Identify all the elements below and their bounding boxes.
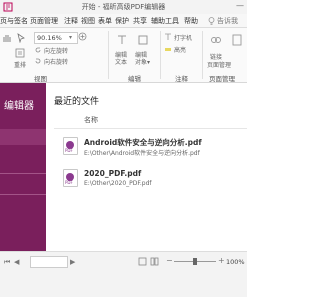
edit-object-icon <box>137 34 149 46</box>
start-page: 最近的文件 名称 PDF Android软件安全与逆向分析.pdf E:\Oth… <box>46 83 247 251</box>
nav-next-icon[interactable]: ▶ <box>70 258 75 266</box>
typewriter-button[interactable]: 打字机 <box>174 33 192 42</box>
group-label-edit: 编辑 <box>128 75 141 83</box>
menu-share[interactable]: 共享 <box>133 16 147 26</box>
tell-me-search[interactable]: 告诉我 <box>217 16 238 26</box>
menu-help[interactable]: 帮助 <box>184 16 198 26</box>
nav-prev-icon[interactable]: ◀ <box>14 258 19 266</box>
divider <box>54 128 247 129</box>
view-mode-icon[interactable] <box>138 257 147 266</box>
section-title: 最近的文件 <box>54 97 100 107</box>
ribbon-toolbar: 90.16% ▾ 重排 向左旋转 向右旋转 视图 编辑 文本 编辑 对象▾ 编辑… <box>0 28 247 83</box>
page-thumbnail-icon <box>232 34 242 46</box>
edit-text-label-2: 文本 <box>115 59 128 66</box>
menu-tools[interactable]: 辅助工具 <box>151 16 179 26</box>
highlight-button[interactable]: 高亮 <box>174 45 186 54</box>
zoom-in-icon[interactable] <box>78 32 87 41</box>
title-bar: 开始 - 福昕高级PDF编辑器 — <box>0 0 247 14</box>
highlight-icon <box>164 45 172 53</box>
zoom-percentage: 100% <box>226 258 245 266</box>
rotate-left-icon <box>34 46 42 54</box>
menu-protect[interactable]: 保护 <box>115 16 129 26</box>
file-path: E:\Other\Android软件安全与逆向分析.pdf <box>84 150 200 157</box>
lightbulb-icon <box>208 17 215 25</box>
edit-text-icon <box>116 34 128 46</box>
edit-object-label-2: 对象▾ <box>135 59 151 66</box>
sidebar-item[interactable] <box>0 173 46 195</box>
rotate-left-button[interactable]: 向左旋转 <box>44 46 68 55</box>
pdf-file-icon: PDF <box>63 137 78 155</box>
link-icon <box>210 34 222 46</box>
group-label-view: 视图 <box>34 75 47 83</box>
file-name: 2020_PDF.pdf <box>84 169 142 178</box>
menu-comment[interactable]: 注释 <box>64 16 78 26</box>
rotate-right-button[interactable]: 向右旋转 <box>44 57 68 66</box>
column-header-name[interactable]: 名称 <box>84 115 98 125</box>
view-mode-icon[interactable] <box>150 257 159 266</box>
sidebar-title: 编辑器 <box>4 101 34 112</box>
zoom-value: 90.16% <box>37 34 62 42</box>
recent-file-row[interactable]: PDF 2020_PDF.pdf E:\Other\2020_PDF.pdf <box>54 165 247 193</box>
ribbon-separator <box>202 31 203 79</box>
rotate-right-icon <box>34 57 42 65</box>
reflow-icon <box>15 48 25 58</box>
page-manage-button[interactable]: 页面管理 <box>207 60 231 69</box>
edit-object-label-1: 编辑 <box>135 52 148 59</box>
edit-text-button[interactable]: 编辑 文本 <box>115 52 127 66</box>
edit-object-button[interactable]: 编辑 对象▾ <box>135 52 150 66</box>
sidebar-item-selected[interactable] <box>0 129 46 145</box>
typewriter-icon <box>164 33 172 41</box>
ribbon-separator <box>108 31 109 79</box>
file-path: E:\Other\2020_PDF.pdf <box>84 180 152 187</box>
chevron-down-icon: ▾ <box>69 34 73 41</box>
nav-first-icon[interactable]: ⏮ <box>4 258 10 267</box>
menu-page-sign[interactable]: 页与签名 <box>0 16 28 26</box>
zoom-out-icon[interactable]: − <box>166 256 173 265</box>
reflow-button[interactable]: 重排 <box>14 60 26 69</box>
menu-form[interactable]: 表单 <box>98 16 112 26</box>
file-name: Android软件安全与逆向分析.pdf <box>84 138 202 147</box>
group-label-pages: 页面管理 <box>209 75 235 83</box>
select-tool-icon[interactable] <box>16 33 26 43</box>
zoom-slider-handle[interactable] <box>193 258 197 265</box>
window-title: 开始 - 福昕高级PDF编辑器 <box>81 3 166 11</box>
status-bar: ⏮ ◀ ▶ − + 100% <box>0 251 247 297</box>
menu-bar: 页与签名 页面管理 注释 视图 表单 保护 共享 辅助工具 帮助 告诉我 <box>0 14 247 28</box>
zoom-combobox[interactable]: 90.16% ▾ <box>34 32 78 44</box>
menu-page-manage[interactable]: 页面管理 <box>30 16 58 26</box>
group-label-comment: 注释 <box>175 75 188 83</box>
pdf-file-icon: PDF <box>63 169 78 187</box>
edit-text-label-1: 编辑 <box>115 52 128 59</box>
start-sidebar: 编辑器 <box>0 83 46 251</box>
zoom-in-icon[interactable]: + <box>218 256 225 265</box>
minimize-button[interactable]: — <box>236 1 244 10</box>
ribbon-separator <box>160 31 161 79</box>
menu-view[interactable]: 视图 <box>81 16 95 26</box>
page-number-input[interactable] <box>30 256 68 268</box>
recent-file-row[interactable]: PDF Android软件安全与逆向分析.pdf E:\Other\Androi… <box>54 133 247 161</box>
hand-tool-icon[interactable] <box>2 33 12 43</box>
